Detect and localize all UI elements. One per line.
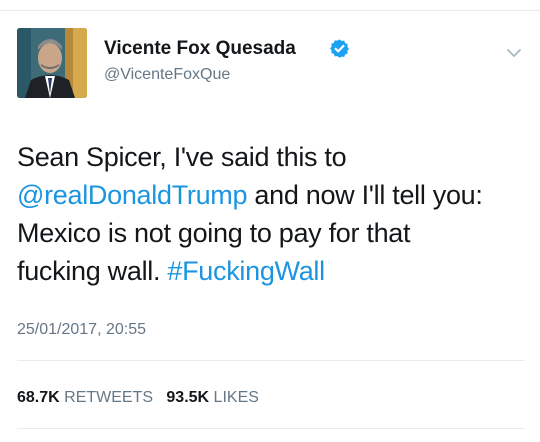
mention-link[interactable]: @realDonaldTrump [17,180,248,210]
tweet-timestamp[interactable]: 25/01/2017, 20:55 [17,321,146,339]
hashtag-link[interactable]: #FuckingWall [167,256,325,286]
tweet-line-2: @realDonaldTrump and now I'll tell you: [17,176,527,214]
verified-badge-icon [330,39,349,58]
top-divider [0,10,540,11]
display-name[interactable]: Vicente Fox Quesada [104,38,296,60]
tweet-line-4-text: fucking wall. [17,256,168,286]
likes-label: LIKES [213,389,259,406]
user-handle[interactable]: @VicenteFoxQue [104,66,230,84]
chevron-down-icon[interactable] [505,46,523,60]
likes-count: 93.5K [166,389,210,406]
likes-stat[interactable]: 93.5K LIKES [166,389,259,406]
avatar[interactable] [17,28,87,98]
tweet-line-3: Mexico is not going to pay for that [17,218,411,248]
tweet-line-1: Sean Spicer, I've said this to [17,142,347,172]
retweets-stat[interactable]: 68.7K RETWEETS [17,389,153,406]
stats-divider-bottom [17,428,525,429]
tweet-line-2-text: and now I'll tell you: [247,180,483,210]
retweets-count: 68.7K [17,389,60,406]
retweets-label: RETWEETS [64,389,154,406]
tweet-line-4: fucking wall. #FuckingWall [17,252,527,290]
tweet-stats: 68.7K RETWEETS 93.5K LIKES [17,389,259,407]
avatar-image [17,28,87,98]
tweet-text: Sean Spicer, I've said this to @realDona… [17,138,527,290]
stats-divider-top [17,360,525,361]
tweet-card: Vicente Fox Quesada @VicenteFoxQue Sean … [0,0,540,442]
